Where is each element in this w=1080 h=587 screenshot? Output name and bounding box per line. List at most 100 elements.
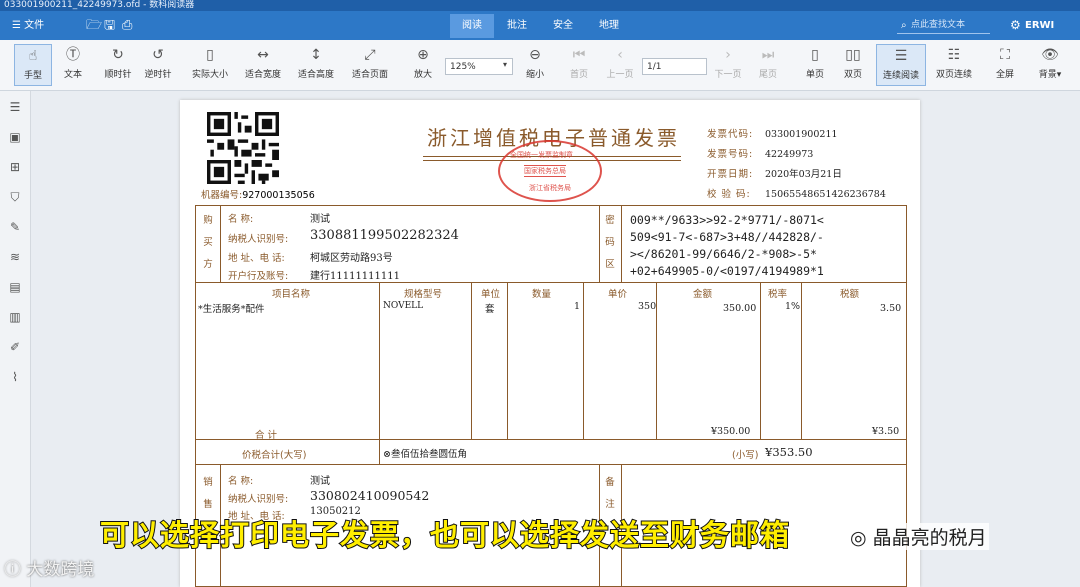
search-icon: ⌕	[901, 20, 907, 31]
tab-annotate[interactable]: 批注	[497, 14, 537, 38]
layers-icon[interactable]: ≋	[7, 249, 23, 265]
annotation-icon[interactable]: ✎	[7, 219, 23, 235]
wechat-icon: ◎	[850, 527, 867, 549]
total-amount: ¥350.00	[711, 426, 751, 437]
double-continuous-button[interactable]: ☷ 双页连续	[932, 44, 976, 86]
background-button[interactable]: 👁 背景▾	[1030, 44, 1070, 86]
chevron-down-icon: ▾	[1056, 70, 1062, 80]
structure-icon[interactable]: ⊞	[7, 159, 23, 175]
cipher-line-4: +02+649905-0/<0197/4194989*1	[630, 264, 824, 278]
prev-page-button[interactable]: ‹ 上一页	[604, 44, 636, 86]
cipher-line-3: ></86201-99/6646/2-*908>-5*	[630, 247, 817, 261]
thumbnail-icon[interactable]: ▣	[7, 129, 23, 145]
col-spec: 规格型号	[404, 289, 443, 300]
rotate-cw-icon: ↻	[112, 47, 124, 63]
buyer-taxid: 330881199502282324	[310, 228, 459, 243]
total-tax: ¥3.50	[872, 426, 900, 437]
grand-total-small: ¥353.50	[765, 445, 813, 459]
print-icon[interactable]: ⎙	[122, 11, 132, 40]
invoice-code: 发票代码: 033001900211	[707, 129, 838, 140]
row-rate: 1%	[785, 301, 801, 312]
zoom-dropdown-icon[interactable]: ▾	[503, 60, 507, 69]
file-menu[interactable]: ☰ 文件	[12, 11, 44, 40]
actual-size-button[interactable]: ▯ 实际大小	[188, 44, 232, 86]
tab-security[interactable]: 安全	[543, 14, 583, 38]
fit-width-button[interactable]: ↔ 适合宽度	[240, 44, 286, 86]
bookmark-icon[interactable]: ⛉	[7, 189, 23, 205]
fullscreen-icon: ⛶	[1000, 47, 1010, 63]
last-page-icon: ⏭	[761, 47, 775, 63]
fit-page-icon: ⤢	[364, 47, 376, 63]
toolbar: ☝ 手型 Ⓣ 文本 ↻ 顺时针 ↺ 逆时针 ▯ 实际大小 ↔ 适合宽度 ↕ 适合高度 ⤢ 适合页…	[0, 40, 1080, 91]
outline-icon[interactable]: ☰	[7, 99, 23, 115]
search-input[interactable]: 点此查找文本	[897, 17, 990, 34]
invoice-date: 开票日期: 2020年03月21日	[707, 169, 842, 180]
hand-tool-button[interactable]: ☝ 手型	[14, 44, 52, 86]
gear-icon[interactable]: ⚙	[1010, 11, 1021, 40]
double-page-button[interactable]: ▯▯ 双页	[838, 44, 868, 86]
grand-small-label: (小写)	[732, 450, 759, 461]
first-page-button[interactable]: ⏮ 首页	[564, 44, 594, 86]
rotate-ccw-icon: ↺	[152, 47, 164, 63]
text-select-icon: Ⓣ	[66, 47, 80, 63]
seal-line2: 国家税务总局	[524, 165, 566, 177]
chevron-right-icon: ›	[725, 47, 731, 63]
buyer-bank: 建行11111111111	[310, 271, 400, 282]
cipher-line-2: 509<91-7<-687>3+48//442828/-	[630, 230, 824, 244]
buyer-address: 柯城区劳动路93号	[310, 253, 393, 264]
rotate-cw-button[interactable]: ↻ 顺时针	[100, 44, 136, 86]
text-tool-button[interactable]: Ⓣ 文本	[56, 44, 90, 86]
invoice-check-code: 校 验 码: 15065548651426236784	[707, 189, 886, 200]
row-price: 350	[638, 301, 657, 312]
tab-geo[interactable]: 地理	[589, 14, 629, 38]
page-number-input[interactable]: 1/1	[642, 58, 707, 75]
remark-label: 备注	[605, 477, 615, 510]
qr-code	[207, 112, 279, 184]
col-price: 单价	[608, 289, 628, 300]
row-item: *生活服务*配件	[198, 304, 265, 315]
double-page-icon: ▯▯	[845, 47, 861, 63]
row-unit: 套	[485, 304, 495, 315]
machine-number: 机器编号:927000135056	[201, 190, 315, 201]
fit-height-icon: ↕	[310, 47, 322, 63]
watermark-left: ⓘ 大数跨境	[4, 560, 95, 580]
double-continuous-icon: ☷	[947, 47, 961, 63]
zoom-in-button[interactable]: ⊕ 放大	[408, 44, 438, 86]
single-page-button[interactable]: ▯ 单页	[800, 44, 830, 86]
attachment-icon[interactable]: ⌇	[7, 369, 23, 385]
actual-size-icon: ▯	[206, 47, 214, 63]
document-icon[interactable]: ▤	[7, 279, 23, 295]
fit-width-icon: ↔	[257, 47, 269, 63]
invoice-number: 发票号码: 42249973	[707, 149, 814, 160]
row-amount: 350.00	[723, 303, 757, 314]
edit-icon[interactable]: ✐	[7, 339, 23, 355]
last-page-button[interactable]: ⏭ 尾页	[753, 44, 783, 86]
col-qty: 数量	[532, 289, 552, 300]
chevron-left-icon: ‹	[617, 47, 623, 63]
hand-icon: ☝	[28, 48, 38, 64]
seal-line1: 全国统一发票监制章	[510, 151, 573, 159]
official-seal: 全国统一发票监制章 国家税务总局 浙江省税务局	[498, 140, 602, 202]
seller-name: 测试	[310, 476, 330, 487]
rotate-ccw-button[interactable]: ↺ 逆时针	[140, 44, 176, 86]
window-title: 033001900211_42249973.ofd - 数科阅读器	[4, 0, 195, 10]
col-unit: 单位	[481, 289, 501, 300]
pages-icon[interactable]: ▥	[7, 309, 23, 325]
zoom-out-button[interactable]: ⊖ 缩小	[520, 44, 550, 86]
user-label[interactable]: ERWI	[1025, 11, 1054, 40]
continuous-icon: ☰	[894, 48, 908, 64]
fit-height-button[interactable]: ↕ 适合高度	[293, 44, 339, 86]
continuous-read-button[interactable]: ☰ 连续阅读	[876, 44, 926, 86]
single-page-icon: ▯	[811, 47, 819, 63]
fit-page-button[interactable]: ⤢ 适合页面	[347, 44, 393, 86]
col-item: 项目名称	[272, 289, 311, 300]
row-spec: NOVELL	[383, 301, 424, 311]
col-tax: 税额	[840, 289, 860, 300]
tab-read[interactable]: 阅读	[450, 14, 494, 38]
next-page-button[interactable]: › 下一页	[711, 44, 745, 86]
cipher-line-1: 009**/9633>>92-2*9771/-8071<	[630, 213, 824, 227]
open-folder-icon[interactable]: 🗁	[86, 11, 102, 40]
first-page-icon: ⏮	[572, 47, 586, 63]
fullscreen-button[interactable]: ⛶ 全屏	[990, 44, 1020, 86]
save-icon[interactable]: 🖫	[104, 11, 115, 40]
